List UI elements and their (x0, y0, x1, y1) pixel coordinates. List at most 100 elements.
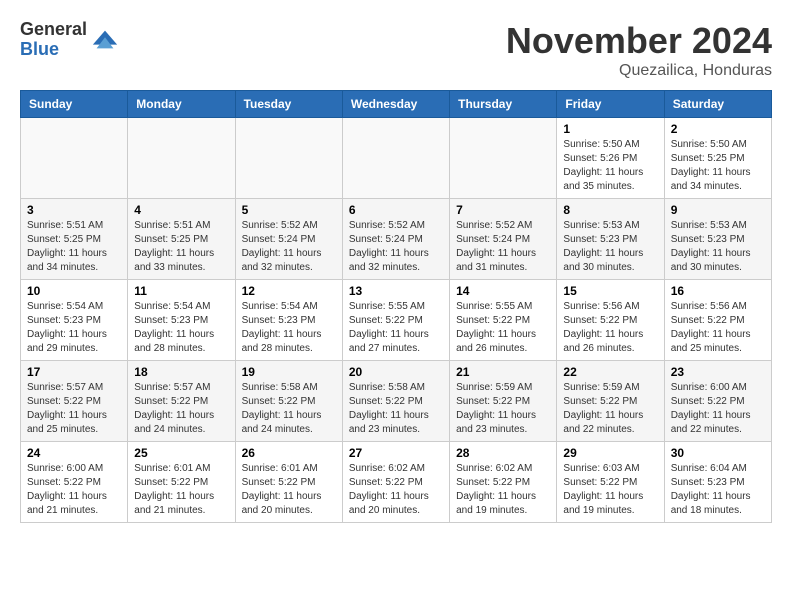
calendar-cell: 23 Sunrise: 6:00 AM Sunset: 5:22 PM Dayli… (664, 361, 771, 442)
day-number: 22 (563, 365, 657, 379)
calendar-cell: 11 Sunrise: 5:54 AM Sunset: 5:23 PM Dayli… (128, 280, 235, 361)
day-number: 3 (27, 203, 121, 217)
calendar-cell: 10Sunrise: 5:54 AM Sunset: 5:23 PM Dayli… (21, 280, 128, 361)
calendar-cell: 20Sunrise: 5:58 AM Sunset: 5:22 PM Dayli… (342, 361, 449, 442)
month-title: November 2024 (506, 20, 772, 62)
day-number: 25 (134, 446, 228, 460)
location: Quezailica, Honduras (506, 62, 772, 80)
day-info: Sunrise: 5:50 AM Sunset: 5:26 PM Dayligh… (563, 138, 657, 194)
day-info: Sunrise: 5:57 AM Sunset: 5:22 PM Dayligh… (134, 381, 228, 437)
logo-line1: General (20, 20, 87, 40)
day-info: Sunrise: 5:54 AM Sunset: 5:23 PM Dayligh… (242, 300, 336, 356)
calendar-cell: 14 Sunrise: 5:55 AM Sunset: 5:22 PM Dayli… (450, 280, 557, 361)
day-number: 20 (349, 365, 443, 379)
calendar-cell: 6 Sunrise: 5:52 AM Sunset: 5:24 PM Daylig… (342, 199, 449, 280)
calendar-cell: 25 Sunrise: 6:01 AM Sunset: 5:22 PM Dayli… (128, 442, 235, 523)
weekday-header: Monday (128, 91, 235, 118)
weekday-header: Tuesday (235, 91, 342, 118)
day-info: Sunrise: 6:00 AM Sunset: 5:22 PM Dayligh… (27, 462, 121, 518)
day-info: Sunrise: 5:53 AM Sunset: 5:23 PM Dayligh… (671, 219, 765, 275)
day-number: 17 (27, 365, 121, 379)
day-info: Sunrise: 6:03 AM Sunset: 5:22 PM Dayligh… (563, 462, 657, 518)
day-number: 12 (242, 284, 336, 298)
calendar-cell: 16 Sunrise: 5:56 AM Sunset: 5:22 PM Dayli… (664, 280, 771, 361)
calendar-cell: 22Sunrise: 5:59 AM Sunset: 5:22 PM Dayli… (557, 361, 664, 442)
calendar-week-row: 1Sunrise: 5:50 AM Sunset: 5:26 PM Daylig… (21, 118, 772, 199)
day-info: Sunrise: 5:54 AM Sunset: 5:23 PM Dayligh… (134, 300, 228, 356)
day-info: Sunrise: 5:51 AM Sunset: 5:25 PM Dayligh… (27, 219, 121, 275)
day-info: Sunrise: 6:02 AM Sunset: 5:22 PM Dayligh… (349, 462, 443, 518)
day-info: Sunrise: 5:52 AM Sunset: 5:24 PM Dayligh… (349, 219, 443, 275)
day-info: Sunrise: 5:52 AM Sunset: 5:24 PM Dayligh… (242, 219, 336, 275)
weekday-header-row: SundayMondayTuesdayWednesdayThursdayFrid… (21, 91, 772, 118)
calendar-cell (450, 118, 557, 199)
calendar-cell: 15Sunrise: 5:56 AM Sunset: 5:22 PM Dayli… (557, 280, 664, 361)
day-info: Sunrise: 6:04 AM Sunset: 5:23 PM Dayligh… (671, 462, 765, 518)
weekday-header: Friday (557, 91, 664, 118)
calendar: SundayMondayTuesdayWednesdayThursdayFrid… (20, 90, 772, 523)
calendar-cell: 19 Sunrise: 5:58 AM Sunset: 5:22 PM Dayli… (235, 361, 342, 442)
calendar-cell: 21Sunrise: 5:59 AM Sunset: 5:22 PM Dayli… (450, 361, 557, 442)
logo: General Blue (20, 20, 119, 60)
day-info: Sunrise: 5:54 AM Sunset: 5:23 PM Dayligh… (27, 300, 121, 356)
day-number: 26 (242, 446, 336, 460)
calendar-week-row: 10Sunrise: 5:54 AM Sunset: 5:23 PM Dayli… (21, 280, 772, 361)
calendar-week-row: 3 Sunrise: 5:51 AM Sunset: 5:25 PM Daylig… (21, 199, 772, 280)
calendar-cell: 30 Sunrise: 6:04 AM Sunset: 5:23 PM Dayli… (664, 442, 771, 523)
calendar-cell: 17 Sunrise: 5:57 AM Sunset: 5:22 PM Dayli… (21, 361, 128, 442)
day-info: Sunrise: 5:53 AM Sunset: 5:23 PM Dayligh… (563, 219, 657, 275)
day-info: Sunrise: 5:58 AM Sunset: 5:22 PM Dayligh… (242, 381, 336, 437)
day-number: 8 (563, 203, 657, 217)
calendar-cell: 8 Sunrise: 5:53 AM Sunset: 5:23 PM Daylig… (557, 199, 664, 280)
day-info: Sunrise: 5:51 AM Sunset: 5:25 PM Dayligh… (134, 219, 228, 275)
calendar-cell (342, 118, 449, 199)
logo-line2: Blue (20, 40, 87, 60)
day-number: 6 (349, 203, 443, 217)
day-number: 15 (563, 284, 657, 298)
calendar-cell: 12 Sunrise: 5:54 AM Sunset: 5:23 PM Dayli… (235, 280, 342, 361)
day-number: 18 (134, 365, 228, 379)
calendar-cell: 26 Sunrise: 6:01 AM Sunset: 5:22 PM Dayli… (235, 442, 342, 523)
calendar-cell: 1Sunrise: 5:50 AM Sunset: 5:26 PM Daylig… (557, 118, 664, 199)
calendar-cell: 4 Sunrise: 5:51 AM Sunset: 5:25 PM Daylig… (128, 199, 235, 280)
calendar-cell: 29 Sunrise: 6:03 AM Sunset: 5:22 PM Dayli… (557, 442, 664, 523)
day-info: Sunrise: 5:55 AM Sunset: 5:22 PM Dayligh… (349, 300, 443, 356)
day-number: 23 (671, 365, 765, 379)
day-number: 14 (456, 284, 550, 298)
calendar-week-row: 17 Sunrise: 5:57 AM Sunset: 5:22 PM Dayli… (21, 361, 772, 442)
day-number: 5 (242, 203, 336, 217)
day-number: 16 (671, 284, 765, 298)
day-number: 19 (242, 365, 336, 379)
calendar-cell: 27Sunrise: 6:02 AM Sunset: 5:22 PM Dayli… (342, 442, 449, 523)
day-info: Sunrise: 5:56 AM Sunset: 5:22 PM Dayligh… (671, 300, 765, 356)
calendar-cell (21, 118, 128, 199)
day-number: 2 (671, 122, 765, 136)
calendar-cell: 2Sunrise: 5:50 AM Sunset: 5:25 PM Daylig… (664, 118, 771, 199)
weekday-header: Thursday (450, 91, 557, 118)
day-info: Sunrise: 5:59 AM Sunset: 5:22 PM Dayligh… (456, 381, 550, 437)
day-number: 13 (349, 284, 443, 298)
day-number: 30 (671, 446, 765, 460)
day-number: 29 (563, 446, 657, 460)
day-info: Sunrise: 5:52 AM Sunset: 5:24 PM Dayligh… (456, 219, 550, 275)
day-info: Sunrise: 5:57 AM Sunset: 5:22 PM Dayligh… (27, 381, 121, 437)
weekday-header: Wednesday (342, 91, 449, 118)
day-info: Sunrise: 6:01 AM Sunset: 5:22 PM Dayligh… (134, 462, 228, 518)
calendar-cell (128, 118, 235, 199)
calendar-cell: 5 Sunrise: 5:52 AM Sunset: 5:24 PM Daylig… (235, 199, 342, 280)
calendar-cell (235, 118, 342, 199)
day-number: 11 (134, 284, 228, 298)
day-info: Sunrise: 5:55 AM Sunset: 5:22 PM Dayligh… (456, 300, 550, 356)
title-section: November 2024 Quezailica, Honduras (506, 20, 772, 80)
calendar-cell: 18 Sunrise: 5:57 AM Sunset: 5:22 PM Dayli… (128, 361, 235, 442)
day-info: Sunrise: 6:00 AM Sunset: 5:22 PM Dayligh… (671, 381, 765, 437)
weekday-header: Saturday (664, 91, 771, 118)
logo-text: General Blue (20, 20, 87, 60)
day-info: Sunrise: 6:02 AM Sunset: 5:22 PM Dayligh… (456, 462, 550, 518)
calendar-cell: 9Sunrise: 5:53 AM Sunset: 5:23 PM Daylig… (664, 199, 771, 280)
day-info: Sunrise: 6:01 AM Sunset: 5:22 PM Dayligh… (242, 462, 336, 518)
calendar-cell: 7Sunrise: 5:52 AM Sunset: 5:24 PM Daylig… (450, 199, 557, 280)
day-number: 4 (134, 203, 228, 217)
calendar-cell: 28Sunrise: 6:02 AM Sunset: 5:22 PM Dayli… (450, 442, 557, 523)
calendar-cell: 3 Sunrise: 5:51 AM Sunset: 5:25 PM Daylig… (21, 199, 128, 280)
